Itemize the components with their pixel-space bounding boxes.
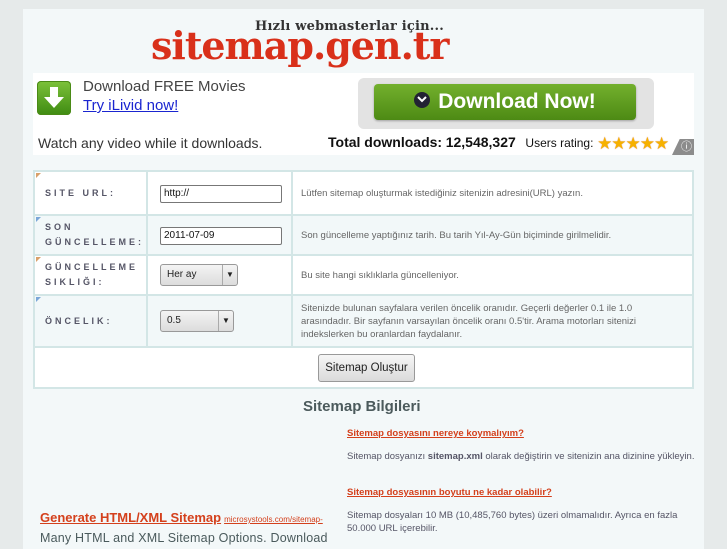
frequency-description: Bu site hangi sıklıklarla güncelleniyor. xyxy=(291,254,694,296)
chevron-down-icon xyxy=(414,92,431,109)
info-question-link[interactable]: Sitemap dosyasının boyutu ne kadar olabi… xyxy=(347,487,552,498)
frequency-label: GÜNCELLEME SIKLIĞI: xyxy=(33,254,148,296)
download-arrow-icon[interactable] xyxy=(37,81,71,115)
ad-info-icon[interactable]: ⓘ xyxy=(672,139,694,155)
info-answer: Sitemap dosyanızı sitemap.xml olarak değ… xyxy=(347,451,695,462)
priority-description: Sitenizde bulunan sayfalara verilen önce… xyxy=(291,294,694,348)
create-sitemap-button[interactable]: Sitemap Oluştur xyxy=(318,353,415,382)
sponsor-title-link[interactable]: Generate HTML/XML Sitemap xyxy=(40,510,221,525)
total-downloads-label: Total downloads: xyxy=(328,134,443,150)
ad-stats: Total downloads: 12,548,327 Users rating… xyxy=(328,134,669,154)
frequency-select[interactable]: Her ay ▼ xyxy=(160,264,238,286)
form-row-frequency: GÜNCELLEME SIKLIĞI: Her ay ▼ Bu site han… xyxy=(33,254,694,296)
priority-label: ÖNCELIK: xyxy=(33,294,148,348)
site-url-description: Lütfen sitemap oluşturmak istediğiniz si… xyxy=(291,170,694,216)
download-now-button[interactable]: Download Now! xyxy=(374,84,636,120)
site-logo[interactable]: sitemap.gen.tr xyxy=(151,23,449,69)
form-row-priority: ÖNCELIK: 0.5 ▼ Sitenizde bulunan sayfala… xyxy=(33,294,694,348)
download-button-frame: Download Now! xyxy=(358,78,654,129)
info-answer: Sitemap dosyaları 10 MB (10,485,760 byte… xyxy=(347,510,678,534)
last-update-input[interactable] xyxy=(160,226,282,245)
total-downloads-value: 12,548,327 xyxy=(445,134,516,150)
ad-link[interactable]: Try iLivid now! xyxy=(83,97,178,114)
dropdown-arrow-icon: ▼ xyxy=(222,265,237,285)
sponsor-description: Many HTML and XML Sitemap Options. Downl… xyxy=(40,531,328,545)
site-url-label: SITE URL: xyxy=(33,170,148,216)
priority-select[interactable]: 0.5 ▼ xyxy=(160,310,234,332)
last-update-label: SON GÜNCELLEME: xyxy=(33,214,148,256)
ad-subtitle: Watch any video while it downloads. xyxy=(38,135,263,151)
dropdown-arrow-icon: ▼ xyxy=(218,311,233,331)
rating-stars-icon: ★★★★★ xyxy=(597,134,669,153)
form-row-last-update: SON GÜNCELLEME: Son güncelleme yaptığını… xyxy=(33,214,694,256)
rating-label: Users rating: xyxy=(525,136,594,150)
last-update-description: Son güncelleme yaptığınız tarih. Bu tari… xyxy=(291,214,694,256)
site-url-input[interactable] xyxy=(160,184,282,203)
info-item: Sitemap dosyasını nereye koymalıyım? Sit… xyxy=(347,427,697,463)
page-container: Hızlı webmasterlar için... sitemap.gen.t… xyxy=(23,9,704,549)
info-section-title: Sitemap Bilgileri xyxy=(303,398,421,415)
sponsored-link: Generate HTML/XML Sitemap microsystools.c… xyxy=(40,509,340,545)
form-row-submit: Sitemap Oluştur xyxy=(33,346,694,389)
download-now-label: Download Now! xyxy=(438,90,596,113)
ad-title: Download FREE Movies xyxy=(83,78,246,95)
info-item: Sitemap dosyasının boyutu ne kadar olabi… xyxy=(347,486,697,535)
info-question-link[interactable]: Sitemap dosyasını nereye koymalıyım? xyxy=(347,428,524,439)
sponsor-url-link[interactable]: microsystools.com/sitemap- xyxy=(224,515,323,524)
form-row-site-url: SITE URL: Lütfen sitemap oluşturmak iste… xyxy=(33,170,694,216)
sitemap-form: SITE URL: Lütfen sitemap oluşturmak iste… xyxy=(33,170,694,389)
ad-banner[interactable]: Download FREE Movies Try iLivid now! Wat… xyxy=(33,73,694,155)
